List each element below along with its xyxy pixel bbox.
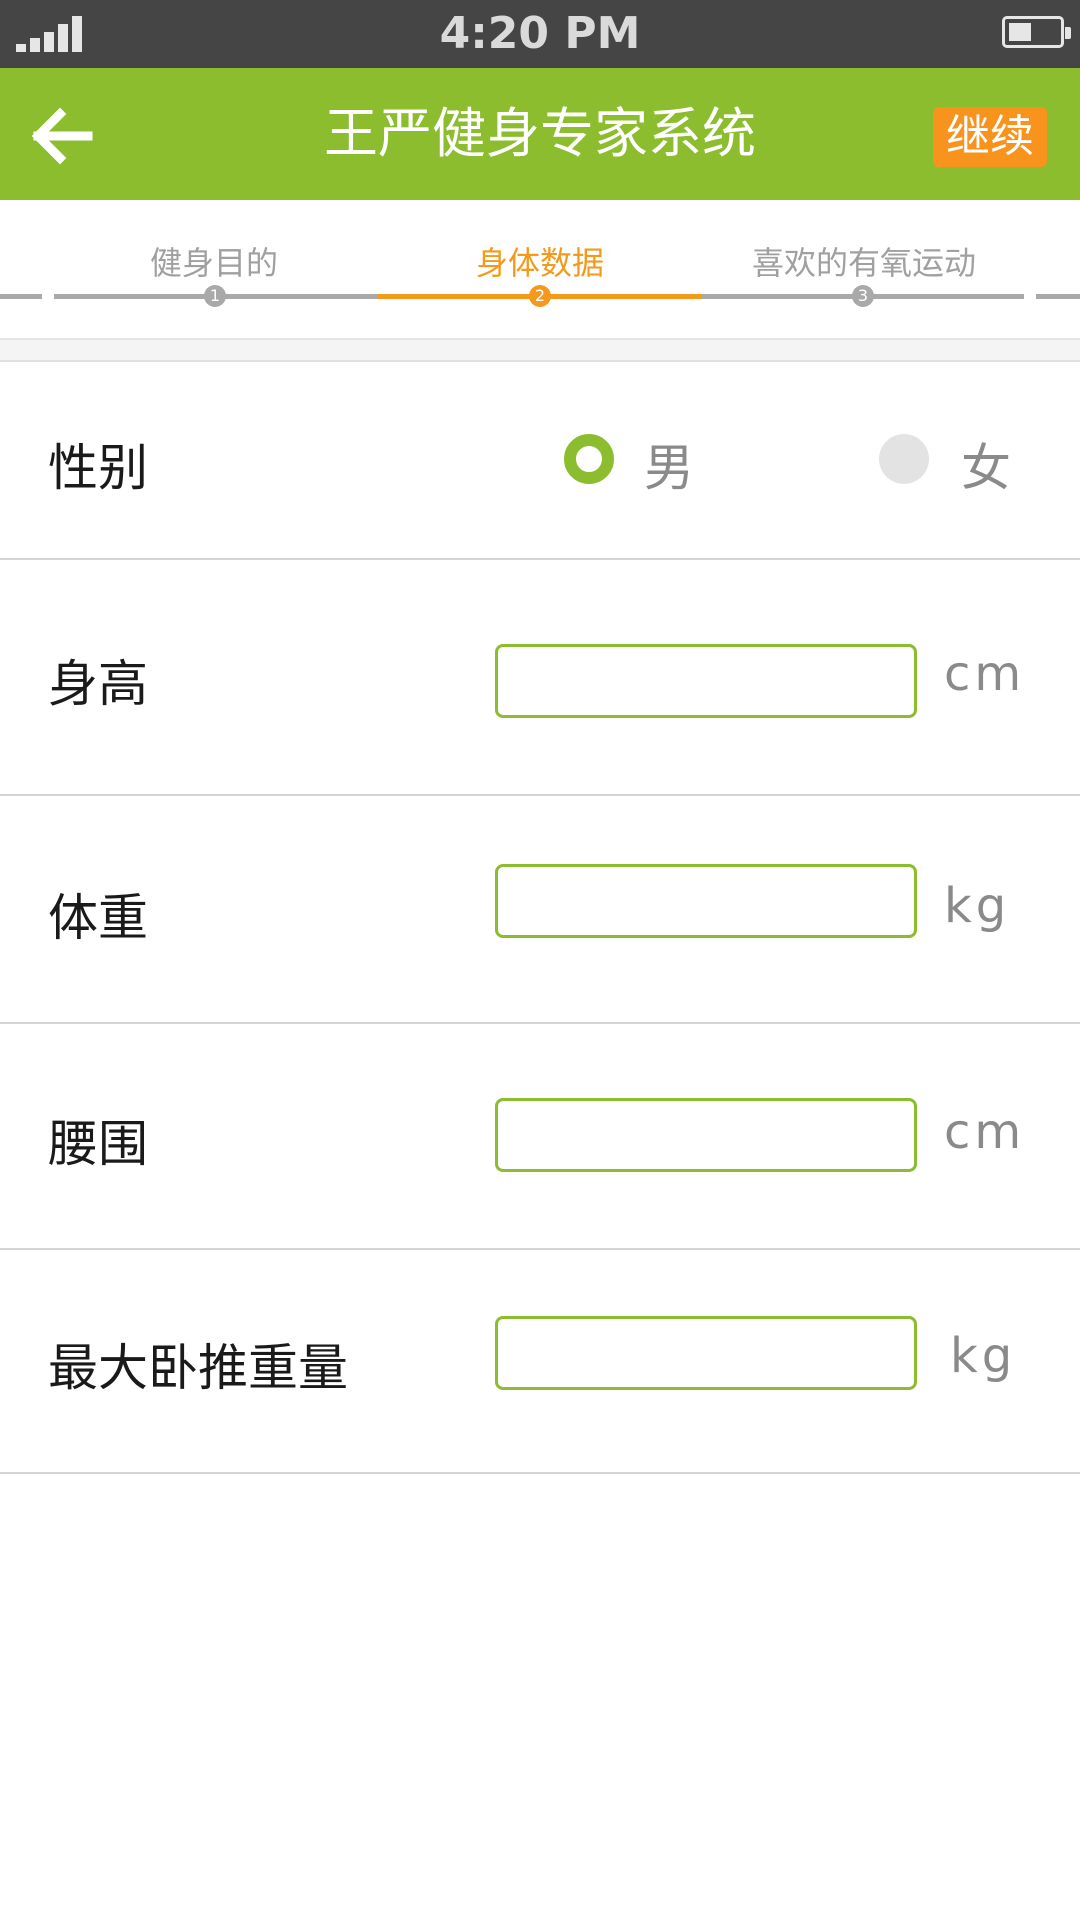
app-screen: 4:20 PM 王严健身专家系统 继续 健身目的 身体数据 喜欢的有氧运动 1 …: [0, 0, 1080, 1920]
waist-row: 腰围 cm: [0, 1024, 1080, 1250]
weight-row: 体重 kg: [0, 796, 1080, 1024]
step-1-number: 1: [204, 285, 226, 307]
status-bar: 4:20 PM: [0, 0, 1080, 68]
bench-press-input[interactable]: [495, 1316, 917, 1390]
bench-press-unit: kg: [950, 1328, 1017, 1384]
height-label: 身高: [48, 655, 148, 713]
height-unit: cm: [944, 646, 1026, 702]
battery-icon: [1002, 16, 1071, 48]
gender-label: 性别: [48, 439, 148, 497]
step-2-number: 2: [529, 285, 551, 307]
waist-input[interactable]: [495, 1098, 917, 1172]
section-divider: [0, 340, 1080, 362]
page-title: 王严健身专家系统: [324, 102, 756, 165]
back-button[interactable]: [22, 96, 102, 176]
app-header: 王严健身专家系统 继续: [0, 68, 1080, 200]
weight-unit: kg: [944, 878, 1011, 934]
waist-label: 腰围: [48, 1115, 148, 1173]
step-3-tab[interactable]: 喜欢的有氧运动: [704, 238, 1024, 284]
step-line-lead: [0, 294, 42, 299]
height-row: 身高 cm: [0, 560, 1080, 796]
weight-label: 体重: [48, 889, 148, 947]
radio-unchecked-icon: [879, 434, 929, 484]
gender-row: 性别 男 女: [0, 362, 1080, 560]
waist-unit: cm: [944, 1104, 1026, 1160]
arrow-left-icon: [31, 107, 93, 165]
step-line-tail: [1036, 294, 1080, 299]
radio-checked-icon: [564, 434, 614, 484]
progress-stepper: 健身目的 身体数据 喜欢的有氧运动 1 2 3: [0, 200, 1080, 340]
bench-press-label: 最大卧推重量: [48, 1339, 348, 1397]
step-3-number: 3: [852, 285, 874, 307]
height-input[interactable]: [495, 644, 917, 718]
bench-press-row: 最大卧推重量 kg: [0, 1250, 1080, 1474]
gender-male-radio[interactable]: 男: [564, 434, 714, 497]
gender-female-label: 女: [961, 439, 1011, 497]
step-1-tab[interactable]: 健身目的: [54, 238, 374, 284]
step-2-tab[interactable]: 身体数据: [380, 238, 700, 284]
gender-male-label: 男: [644, 439, 694, 497]
continue-button[interactable]: 继续: [933, 107, 1047, 167]
status-time: 4:20 PM: [439, 8, 641, 59]
weight-input[interactable]: [495, 864, 917, 938]
gender-female-radio[interactable]: 女: [879, 434, 1029, 497]
